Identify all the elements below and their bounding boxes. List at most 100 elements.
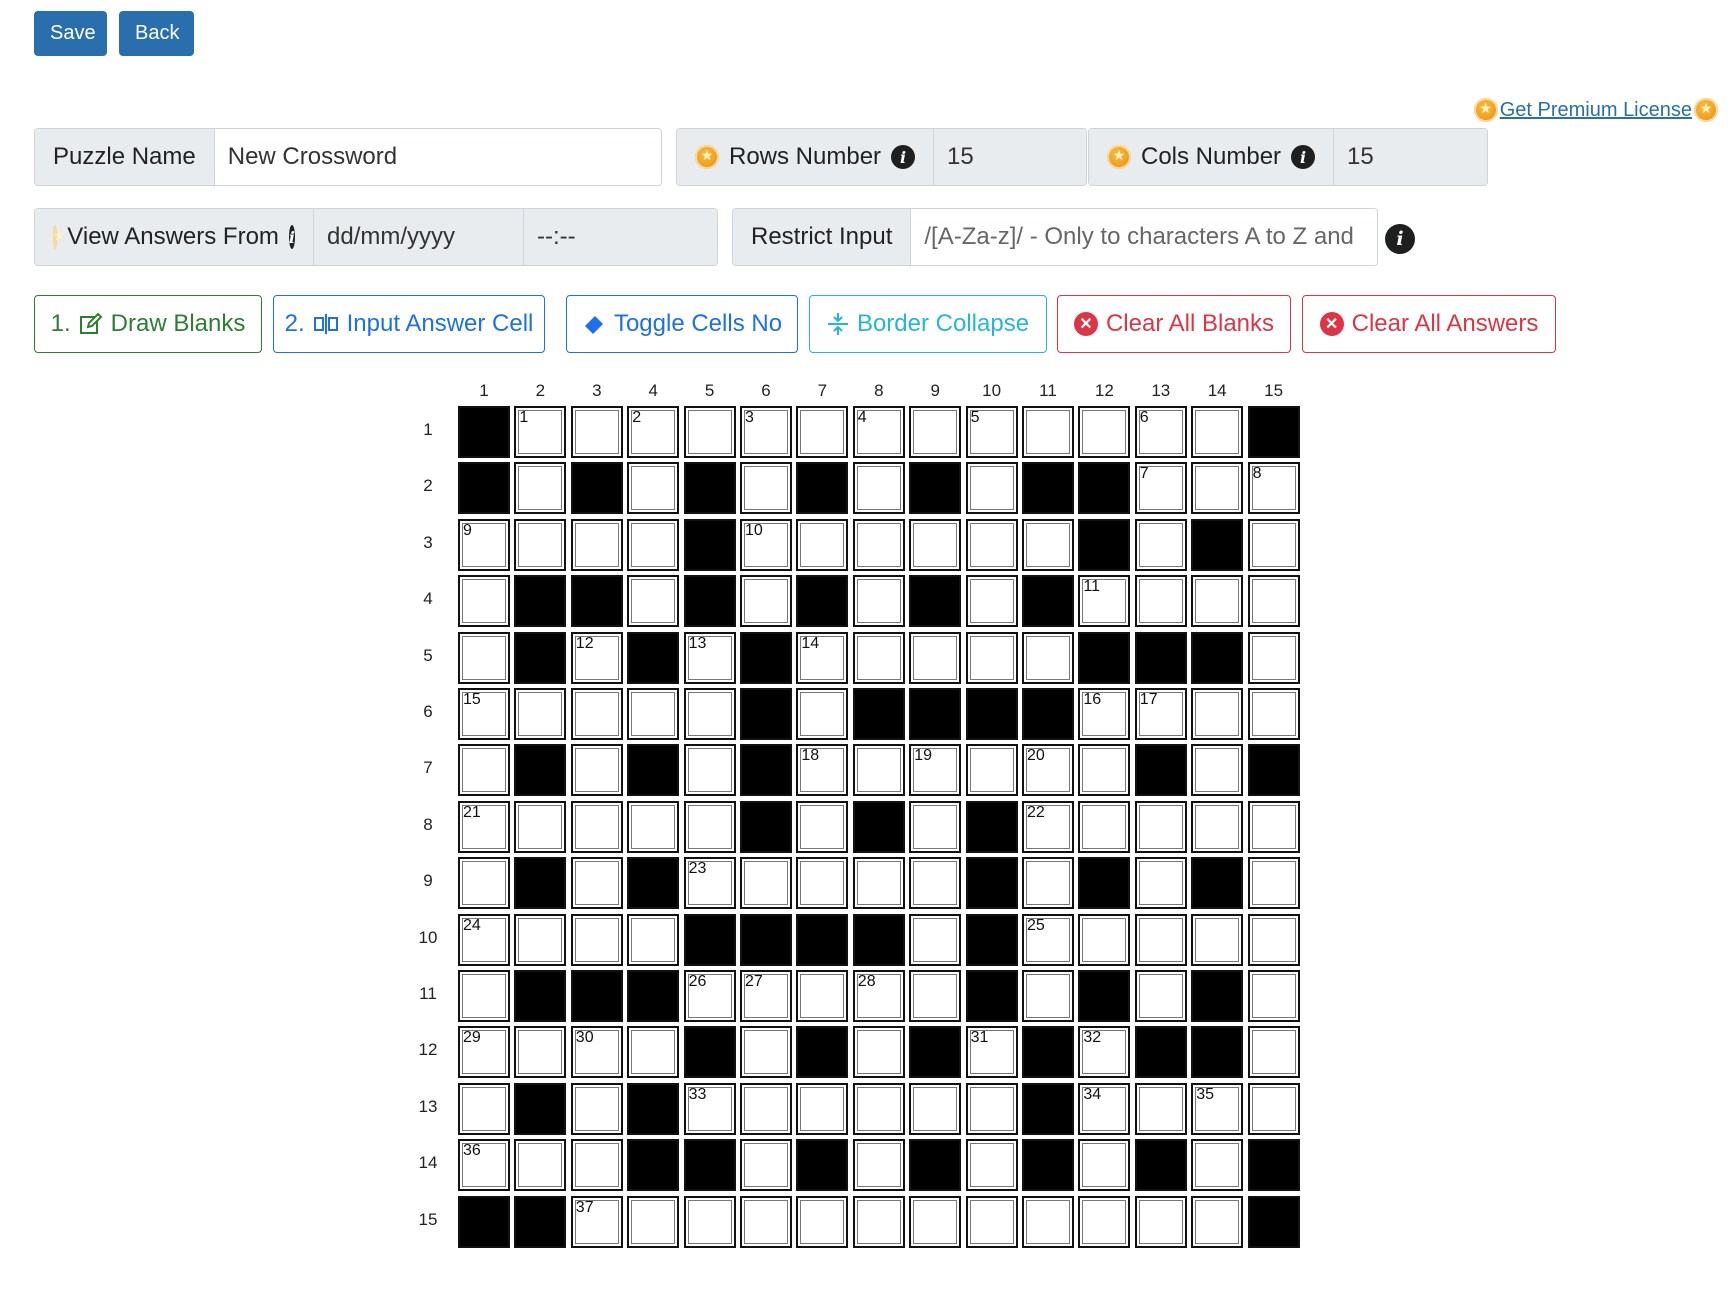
grid-cell-blank[interactable] — [909, 1139, 962, 1192]
grid-cell-blank[interactable] — [1134, 1026, 1187, 1079]
grid-cell[interactable] — [1191, 1139, 1244, 1192]
grid-cell-blank[interactable] — [965, 800, 1018, 853]
grid-cell[interactable]: 21 — [458, 800, 510, 853]
grid-cell-blank[interactable] — [683, 913, 736, 966]
grid-cell[interactable] — [1134, 1195, 1187, 1248]
grid-cell-blank[interactable] — [514, 575, 567, 628]
grid-cell[interactable]: 20 — [1022, 744, 1074, 797]
grid-cell[interactable]: 8 — [1247, 462, 1300, 515]
grid-cell-blank[interactable] — [458, 462, 510, 515]
grid-cell-blank[interactable] — [627, 631, 680, 684]
grid-cell[interactable] — [909, 1195, 962, 1248]
grid-cell-blank[interactable] — [1022, 1026, 1074, 1079]
grid-cell[interactable] — [909, 857, 962, 910]
grid-cell[interactable] — [1191, 688, 1244, 740]
grid-cell[interactable]: 27 — [740, 970, 792, 1022]
grid-cell-blank[interactable] — [909, 462, 962, 515]
cols-number-input[interactable]: 15 — [1333, 129, 1487, 185]
grid-cell[interactable]: 9 — [458, 518, 510, 571]
grid-cell[interactable] — [852, 1195, 905, 1248]
grid-cell[interactable] — [796, 1195, 849, 1248]
grid-cell[interactable] — [570, 688, 623, 740]
rows-number-input[interactable]: 15 — [933, 129, 1086, 185]
grid-cell[interactable] — [458, 857, 510, 910]
grid-cell-blank[interactable] — [683, 1026, 736, 1079]
grid-cell-blank[interactable] — [740, 688, 792, 740]
draw-blanks-button[interactable]: 1. Draw Blanks — [34, 295, 262, 353]
grid-cell[interactable] — [852, 575, 905, 628]
grid-cell[interactable]: 2 — [627, 406, 680, 458]
grid-cell-blank[interactable] — [1134, 744, 1187, 797]
grid-cell[interactable] — [683, 800, 736, 853]
grid-cell-blank[interactable] — [1022, 575, 1074, 628]
grid-cell[interactable] — [1078, 800, 1131, 853]
grid-cell[interactable] — [627, 688, 680, 740]
grid-cell[interactable] — [458, 744, 510, 797]
grid-cell[interactable]: 19 — [909, 744, 962, 797]
grid-cell-blank[interactable] — [1022, 688, 1074, 740]
grid-cell[interactable] — [1247, 631, 1300, 684]
grid-cell[interactable]: 13 — [683, 631, 736, 684]
grid-cell[interactable] — [627, 913, 680, 966]
grid-cell-blank[interactable] — [965, 913, 1018, 966]
grid-cell[interactable] — [796, 800, 849, 853]
grid-cell[interactable] — [1247, 913, 1300, 966]
grid-cell[interactable] — [1134, 575, 1187, 628]
grid-cell-blank[interactable] — [1022, 1082, 1074, 1135]
grid-cell-blank[interactable] — [683, 575, 736, 628]
grid-cell[interactable] — [965, 1139, 1018, 1192]
grid-cell-blank[interactable] — [570, 970, 623, 1022]
grid-cell[interactable] — [514, 518, 567, 571]
grid-cell[interactable] — [796, 688, 849, 740]
grid-cell-blank[interactable] — [965, 857, 1018, 910]
grid-cell[interactable] — [1247, 857, 1300, 910]
grid-cell[interactable] — [740, 1139, 792, 1192]
grid-cell-blank[interactable] — [1191, 631, 1244, 684]
grid-cell[interactable] — [570, 744, 623, 797]
grid-cell-blank[interactable] — [514, 970, 567, 1022]
grid-cell[interactable]: 31 — [965, 1026, 1018, 1079]
grid-cell-blank[interactable] — [740, 913, 792, 966]
grid-cell-blank[interactable] — [1191, 1026, 1244, 1079]
grid-cell[interactable] — [965, 1082, 1018, 1135]
save-button[interactable]: Save — [34, 11, 107, 56]
grid-cell-blank[interactable] — [1247, 406, 1300, 458]
time-input[interactable]: --:-- — [523, 209, 717, 265]
grid-cell-blank[interactable] — [1134, 631, 1187, 684]
grid-cell[interactable] — [740, 575, 792, 628]
grid-cell-blank[interactable] — [740, 744, 792, 797]
grid-cell[interactable]: 15 — [458, 688, 510, 740]
grid-cell[interactable]: 17 — [1134, 688, 1187, 740]
grid-cell[interactable] — [1247, 575, 1300, 628]
grid-cell-blank[interactable] — [1134, 1139, 1187, 1192]
grid-cell[interactable] — [852, 1139, 905, 1192]
grid-cell[interactable] — [627, 800, 680, 853]
grid-cell[interactable]: 24 — [458, 913, 510, 966]
grid-cell-blank[interactable] — [909, 688, 962, 740]
grid-cell-blank[interactable] — [852, 800, 905, 853]
grid-cell-blank[interactable] — [627, 1139, 680, 1192]
grid-cell[interactable] — [514, 688, 567, 740]
grid-cell[interactable]: 1 — [514, 406, 567, 458]
grid-cell[interactable] — [514, 462, 567, 515]
grid-cell-blank[interactable] — [514, 1195, 567, 1248]
grid-cell[interactable] — [965, 1195, 1018, 1248]
grid-cell[interactable] — [458, 575, 510, 628]
grid-cell[interactable]: 7 — [1134, 462, 1187, 515]
grid-cell[interactable]: 28 — [852, 970, 905, 1022]
grid-cell[interactable] — [740, 857, 792, 910]
grid-cell-blank[interactable] — [796, 913, 849, 966]
grid-cell[interactable] — [1134, 1082, 1187, 1135]
grid-cell[interactable] — [627, 462, 680, 515]
grid-cell-blank[interactable] — [627, 970, 680, 1022]
grid-cell[interactable] — [1078, 1139, 1131, 1192]
grid-cell-blank[interactable] — [1078, 462, 1131, 515]
grid-cell-blank[interactable] — [1191, 857, 1244, 910]
grid-cell-blank[interactable] — [852, 913, 905, 966]
grid-cell-blank[interactable] — [909, 575, 962, 628]
grid-cell[interactable]: 30 — [570, 1026, 623, 1079]
grid-cell[interactable]: 36 — [458, 1139, 510, 1192]
grid-cell-blank[interactable] — [1022, 1139, 1074, 1192]
grid-cell-blank[interactable] — [514, 744, 567, 797]
grid-cell-blank[interactable] — [796, 462, 849, 515]
